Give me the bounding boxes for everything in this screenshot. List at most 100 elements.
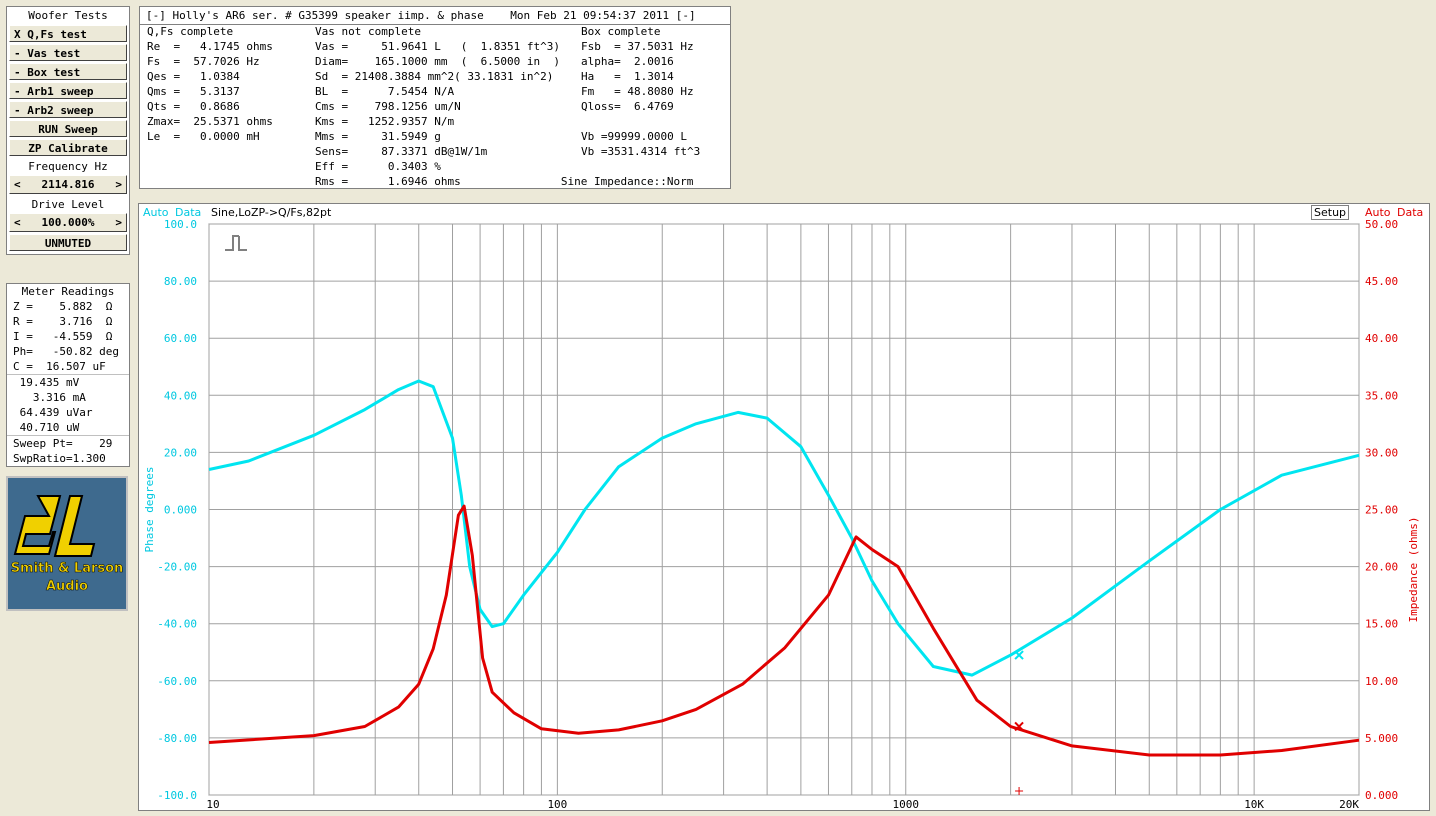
- run-sweep-button[interactable]: RUN Sweep: [9, 120, 127, 137]
- result-line: Fs = 57.7026 Hz: [147, 55, 260, 68]
- impedance-phase-chart: 100.0 50.00 80.00 45.00 60.00 40.00 40.00 35.00…: [143, 218, 1420, 810]
- frequency-spinner[interactable]: < 2114.816 >: [9, 175, 127, 194]
- result-line: Le = 0.0000 mH: [147, 130, 260, 143]
- phase-axis-label: Phase degrees: [143, 466, 156, 552]
- impedance-tick-label: 50.00: [1365, 218, 1398, 231]
- phase-tick-label: 20.00: [164, 446, 197, 459]
- result-line: Vb =99999.0000 L: [581, 130, 687, 143]
- phase-tick-label: -100.0: [157, 789, 197, 802]
- meter-z: Z = 5.882 Ω: [13, 300, 113, 313]
- smith-larson-logo: Smith & Larson Audio: [6, 476, 128, 611]
- phase-tick-label: -60.00: [157, 675, 197, 688]
- vas-test-button[interactable]: - Vas test: [9, 44, 127, 61]
- impedance-tick-label: 15.00: [1365, 618, 1398, 631]
- meter-i: I = -4.559 Ω: [13, 330, 113, 343]
- result-line: Vb =3531.4314 ft^3: [581, 145, 701, 158]
- result-line: Sd = 21408.3884 mm^2( 33.1831 in^2): [315, 70, 554, 83]
- phase-tick-label: 80.00: [164, 275, 197, 288]
- result-line: alpha= 2.0016: [581, 55, 674, 68]
- results-title: [-] Holly's AR6 ser. # G35399 speaker ii…: [146, 9, 696, 22]
- mute-button[interactable]: UNMUTED: [9, 234, 127, 251]
- result-line: Sens= 87.3371 dB@1W/1m: [315, 145, 488, 158]
- x-tick-label: 10: [206, 798, 219, 810]
- phase-tick-label: -80.00: [157, 732, 197, 745]
- impedance-tick-label: 25.00: [1365, 504, 1398, 517]
- drive-decrease[interactable]: <: [14, 216, 21, 229]
- meter-ph: Ph= -50.82 deg: [13, 345, 119, 358]
- result-line: Qms = 5.3137: [147, 85, 240, 98]
- impedance-tick-label: 5.000: [1365, 732, 1398, 745]
- frequency-decrease[interactable]: <: [14, 178, 21, 191]
- result-line: Qts = 0.8686: [147, 100, 240, 113]
- result-line: Sine Impedance::Norm: [541, 175, 694, 188]
- meter-voltage: 19.435 mV: [13, 376, 80, 389]
- box-test-button[interactable]: - Box test: [9, 63, 127, 80]
- meter-r: R = 3.716 Ω: [13, 315, 113, 328]
- result-line: Diam= 165.1000 mm ( 6.5000 in ): [315, 55, 561, 68]
- vas-results-column: Vas not complete Vas = 51.9641 L ( 1.835…: [315, 24, 560, 189]
- arb2-sweep-button[interactable]: - Arb2 sweep: [9, 101, 127, 118]
- graph-panel: Auto Data Sine,LoZP->Q/Fs,82pt Setup Aut…: [138, 203, 1430, 811]
- qfs-results-column: Q,Fs complete Re = 4.1745 ohms Fs = 57.7…: [147, 24, 273, 144]
- meter-current: 3.316 mA: [13, 391, 86, 404]
- meter-readings-panel: Meter Readings Z = 5.882 Ω R = 3.716 Ω I…: [6, 283, 130, 467]
- box-results-column: Box complete Fsb = 37.5031 Hz alpha= 2.0…: [561, 24, 701, 189]
- result-line: Ha = 1.3014: [581, 70, 674, 83]
- result-line: [581, 114, 700, 129]
- frequency-label: Frequency Hz: [7, 158, 129, 175]
- result-line: Zmax= 25.5371 ohms: [147, 115, 273, 128]
- impedance-tick-label: 20.00: [1365, 561, 1398, 574]
- result-line: Qes = 1.0384: [147, 70, 240, 83]
- result-line: Mms = 31.5949 g: [315, 130, 441, 143]
- frequency-value: 2114.816: [41, 178, 95, 191]
- result-line: Vas = 51.9641 L ( 1.8351 ft^3): [315, 40, 561, 53]
- logo-line2: Audio: [46, 579, 88, 594]
- x-tick-label: 20K: [1339, 798, 1359, 810]
- arb1-sweep-button[interactable]: - Arb1 sweep: [9, 82, 127, 99]
- zp-calibrate-button[interactable]: ZP Calibrate: [9, 139, 127, 156]
- phase-tick-label: 100.0: [164, 218, 197, 231]
- result-line: Cms = 798.1256 um/N: [315, 100, 461, 113]
- drive-value: 100.000%: [41, 216, 95, 229]
- qfs-test-button[interactable]: X Q,Fs test: [9, 25, 127, 42]
- frequency-increase[interactable]: >: [115, 178, 122, 191]
- result-line: Kms = 1252.9357 N/m: [315, 115, 455, 128]
- meter-sweep-ratio: SwpRatio=1.300: [13, 452, 106, 465]
- drive-increase[interactable]: >: [115, 216, 122, 229]
- results-panel: [-] Holly's AR6 ser. # G35399 speaker ii…: [139, 6, 731, 189]
- phase-tick-label: 40.00: [164, 389, 197, 402]
- impedance-tick-label: 35.00: [1365, 389, 1398, 402]
- result-line: Box complete: [581, 25, 661, 38]
- impedance-tick-label: 40.00: [1365, 332, 1398, 345]
- sl-logo-icon: Smith & Larson Audio: [8, 478, 126, 609]
- woofer-tests-panel: Woofer Tests X Q,Fs test - Vas test - Bo…: [6, 6, 130, 255]
- meter-power: 40.710 uW: [13, 421, 80, 434]
- result-line: Q,Fs complete: [147, 25, 234, 38]
- impedance-tick-label: 0.000: [1365, 789, 1398, 802]
- phase-tick-label: -40.00: [157, 618, 197, 631]
- impedance-tick-label: 10.00: [1365, 675, 1398, 688]
- x-tick-label: 100: [547, 798, 567, 810]
- result-line: Eff = 0.3403 %: [315, 160, 441, 173]
- x-tick-label: 1000: [893, 798, 920, 810]
- meter-var: 64.439 uVar: [13, 406, 93, 419]
- result-line: [581, 159, 700, 174]
- impedance-tick-label: 30.00: [1365, 446, 1398, 459]
- meter-c: C = 16.507 uF: [13, 360, 106, 373]
- phase-tick-label: 60.00: [164, 332, 197, 345]
- result-line: Rms = 1.6946 ohms: [315, 175, 461, 188]
- drive-level-label: Drive Level: [7, 196, 129, 213]
- meter-title: Meter Readings: [21, 285, 115, 298]
- drive-level-spinner[interactable]: < 100.000% >: [9, 213, 127, 232]
- impedance-tick-label: 45.00: [1365, 275, 1398, 288]
- result-line: BL = 7.5454 N/A: [315, 85, 455, 98]
- phase-tick-label: 0.000: [164, 504, 197, 517]
- result-line: Qloss= 6.4769: [581, 100, 674, 113]
- woofer-tests-title: Woofer Tests: [28, 9, 108, 22]
- impedance-axis-label: Impedance (ohms): [1407, 517, 1420, 623]
- logo-line1: Smith & Larson: [11, 561, 124, 576]
- result-line: Fm = 48.8080 Hz: [581, 85, 694, 98]
- result-line: Fsb = 37.5031 Hz: [581, 40, 694, 53]
- meter-sweep-pt: Sweep Pt= 29: [13, 437, 113, 450]
- x-tick-label: 10K: [1244, 798, 1264, 810]
